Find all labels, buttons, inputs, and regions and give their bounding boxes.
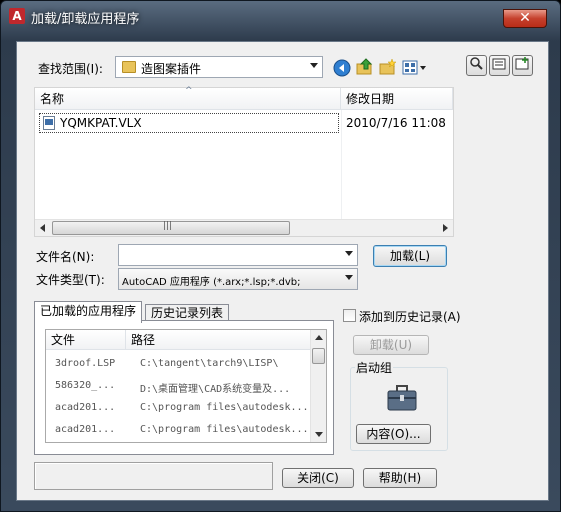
up-folder-icon[interactable] [356, 58, 374, 76]
back-icon[interactable] [333, 59, 351, 77]
tab-history[interactable]: 历史记录列表 [145, 304, 230, 321]
close-window-button[interactable]: ✕ [503, 9, 547, 28]
startup-group-box: 启动组 内容(O)... [350, 359, 448, 451]
add-location-button[interactable] [512, 55, 533, 76]
chevron-down-icon [310, 63, 318, 68]
column-header-path[interactable]: 路径 [126, 330, 311, 350]
close-button[interactable]: 关闭(C) [282, 468, 354, 488]
app-path-cell: C:\tangent\tarch9\LISP\ [140, 358, 279, 369]
list-item[interactable]: 586320_... D:\桌面管理\CAD系统变量及... [46, 376, 311, 398]
scroll-thumb[interactable]: ||| [52, 221, 290, 235]
list-item[interactable]: 3droof.LSP C:\tangent\tarch9\LISP\ [46, 354, 311, 376]
add-history-checkbox[interactable]: 添加到历史记录(A) [343, 308, 473, 324]
loaded-apps-list[interactable]: 文件 路径 3droof.LSP C:\tangent\tarch9\LISP\… [45, 329, 327, 443]
unload-button[interactable]: 卸载(U) [353, 335, 429, 355]
lookin-label: 查找范围(I): [38, 62, 103, 76]
list-item[interactable]: acad201... C:\program files\autodesk... [46, 398, 311, 420]
app-file-cell: acad201... [55, 424, 116, 435]
tab-strip: 已加载的应用程序 历史记录列表 [34, 301, 334, 323]
chevron-down-icon [345, 275, 353, 280]
scroll-right-icon[interactable] [443, 224, 448, 232]
status-field [34, 462, 273, 490]
briefcase-icon [387, 385, 417, 411]
add-location-icon [515, 57, 529, 70]
app-file-cell: 3droof.LSP [55, 358, 116, 369]
column-header-date[interactable]: 修改日期 [341, 88, 453, 110]
app-file-cell: 586320_... [55, 380, 116, 391]
filetype-label: 文件类型(T): [36, 273, 105, 287]
vlx-file-icon [43, 116, 55, 130]
filename-label: 文件名(N): [36, 250, 95, 264]
views-icon[interactable] [402, 59, 428, 77]
app-path-cell: C:\program files\autodesk... [140, 402, 309, 413]
scroll-down-icon[interactable] [315, 432, 323, 437]
help-button[interactable]: 帮助(H) [363, 468, 437, 488]
lookin-value: 造图案插件 [141, 62, 202, 76]
checkbox-box[interactable] [343, 309, 356, 322]
column-header-file[interactable]: 文件 [46, 330, 126, 350]
sort-ascending-icon: ^ [185, 86, 193, 96]
scroll-up-icon[interactable] [315, 335, 323, 340]
app-file-cell: acad201... [55, 402, 116, 413]
new-folder-icon[interactable] [379, 58, 397, 76]
folder-icon [122, 61, 136, 73]
scroll-thumb[interactable] [312, 348, 325, 364]
column-header-name-label: 名称 [40, 92, 65, 106]
loaded-apps-panel: 文件 路径 3droof.LSP C:\tangent\tarch9\LISP\… [34, 320, 334, 455]
loaded-apps-rows: 3droof.LSP C:\tangent\tarch9\LISP\ 58632… [46, 354, 311, 442]
filetype-combo[interactable]: AutoCAD 应用程序 (*.arx;*.lsp;*.dvb; [118, 268, 358, 290]
locations-icon [492, 58, 506, 70]
vertical-scrollbar[interactable] [310, 330, 326, 442]
contents-button[interactable]: 内容(O)... [356, 424, 431, 444]
locations-button[interactable] [489, 55, 510, 76]
horizontal-scrollbar[interactable]: ||| [35, 219, 453, 236]
column-header-name[interactable]: 名称 ^ [35, 86, 341, 110]
list-item[interactable]: acad201... C:\program files\autodesk... [46, 420, 311, 442]
file-date-cell: 2010/7/16 11:08 [346, 116, 446, 130]
filename-combo[interactable] [118, 244, 358, 266]
autocad-app-icon: A [9, 8, 25, 24]
window-title: 加载/卸载应用程序 [31, 12, 140, 27]
load-button[interactable]: 加载(L) [373, 245, 447, 267]
dialog-client-area: 查找范围(I): 造图案插件 名称 ^ 修改日期 YQMKPAT.VLX 201… [16, 41, 549, 501]
add-history-label: 添加到历史记录(A) [359, 310, 461, 324]
lookin-combo[interactable]: 造图案插件 [115, 56, 323, 78]
title-bar[interactable]: A 加载/卸载应用程序 ✕ [1, 1, 560, 43]
scroll-left-icon[interactable] [40, 224, 45, 232]
find-icon [470, 57, 483, 70]
table-row[interactable]: YQMKPAT.VLX 2010/7/16 11:08 [39, 113, 451, 133]
filetype-value: AutoCAD 应用程序 (*.arx;*.lsp;*.dvb; [122, 277, 301, 288]
file-name-cell: YQMKPAT.VLX [60, 116, 142, 130]
file-list[interactable]: 名称 ^ 修改日期 YQMKPAT.VLX 2010/7/16 11:08 ||… [34, 86, 454, 237]
app-path-cell: D:\桌面管理\CAD系统变量及... [140, 384, 291, 395]
startup-group-label: 启动组 [355, 359, 394, 376]
find-button[interactable] [466, 55, 487, 76]
grip-icon: ||| [163, 221, 173, 231]
chevron-down-icon [345, 251, 353, 256]
dialog-window: A 加载/卸载应用程序 ✕ 查找范围(I): 造图案插件 名称 ^ 修改日期 Y… [0, 0, 561, 512]
tab-loaded-apps[interactable]: 已加载的应用程序 [34, 301, 143, 323]
app-path-cell: C:\program files\autodesk... [140, 424, 309, 435]
